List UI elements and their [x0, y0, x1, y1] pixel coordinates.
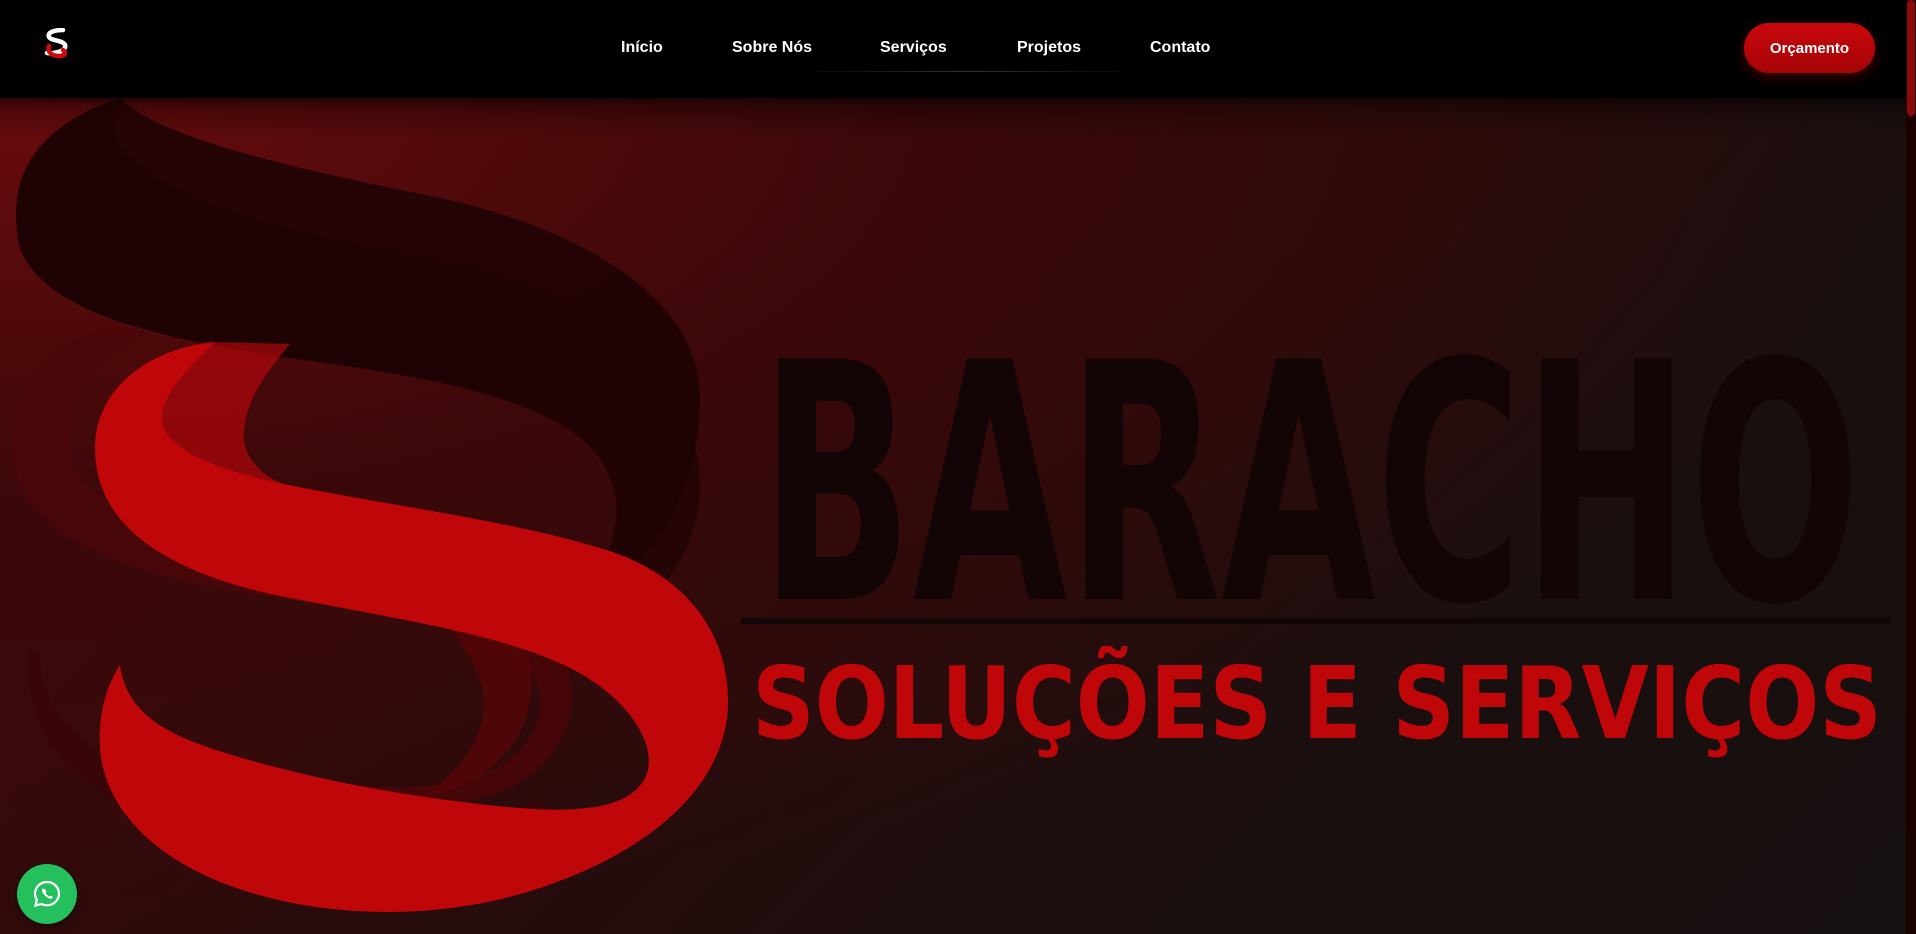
nav-sobre-nos[interactable]: Sobre Nós	[732, 39, 812, 57]
whatsapp-button[interactable]	[17, 864, 77, 924]
brand-tagline: SOLUÇÕES E SERVIÇOS	[752, 646, 1882, 762]
hero-section: BARACHO SOLUÇÕES E SERVIÇOS	[0, 98, 1906, 934]
orcamento-button[interactable]: Orçamento	[1744, 23, 1875, 73]
baracho-s-logo-icon[interactable]	[41, 28, 71, 60]
brand-wordmark: BARACHO	[760, 323, 1860, 623]
brand-name: BARACHO	[760, 323, 1860, 623]
scrollbar-thumb[interactable]	[1907, 0, 1915, 116]
scrollbar[interactable]	[1906, 0, 1916, 934]
nav-projetos[interactable]: Projetos	[1017, 39, 1081, 57]
nav-servicos[interactable]: Serviços	[880, 39, 947, 57]
nav-inicio[interactable]: Início	[621, 39, 663, 57]
tagline-text: SOLUÇÕES E SERVIÇOS	[752, 646, 1882, 762]
page: Início Sobre Nós Serviços Projetos Conta…	[0, 0, 1916, 934]
whatsapp-icon	[33, 880, 61, 908]
nav-divider	[792, 71, 1144, 72]
site-header: Início Sobre Nós Serviços Projetos Conta…	[0, 0, 1906, 98]
brand-divider	[741, 618, 1891, 624]
nav-contato[interactable]: Contato	[1150, 39, 1210, 57]
